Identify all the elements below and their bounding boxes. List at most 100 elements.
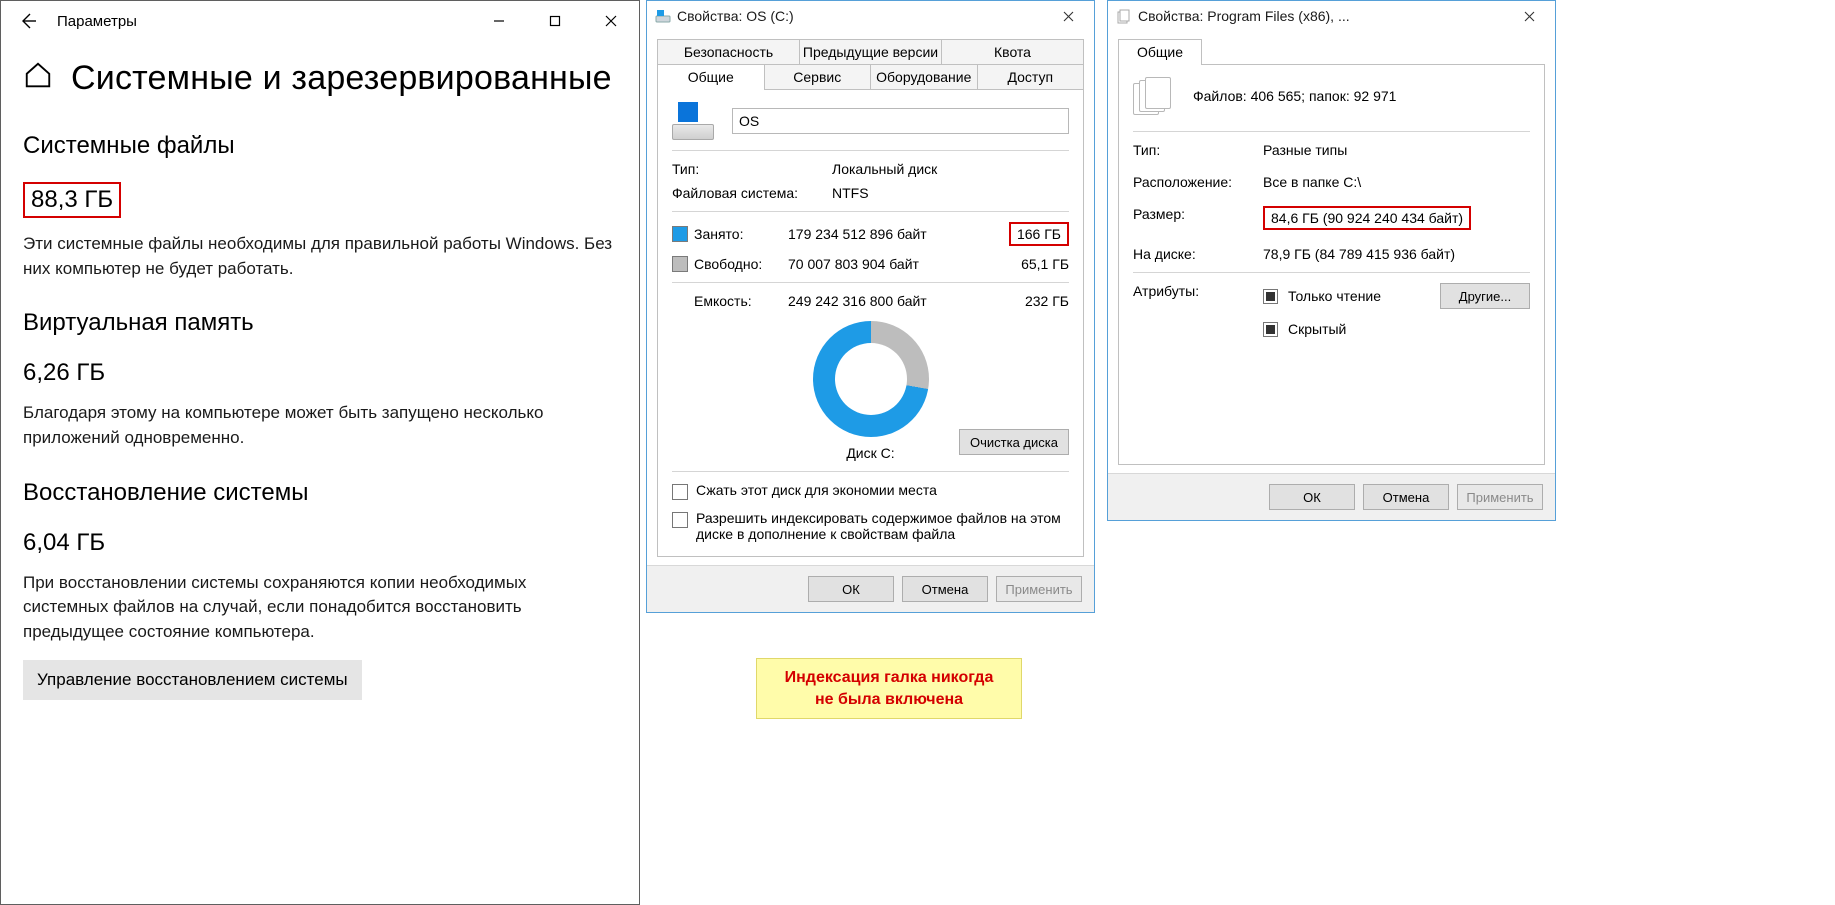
folder-dialog-buttons: ОК Отмена Применить	[1108, 473, 1555, 520]
tab-security[interactable]: Безопасность	[657, 39, 799, 64]
index-checkbox[interactable]	[672, 512, 688, 528]
compress-checkbox[interactable]	[672, 484, 688, 500]
home-icon[interactable]	[23, 60, 53, 97]
readonly-checkbox[interactable]	[1263, 289, 1278, 304]
folder-counts: Файлов: 406 565; папок: 92 971	[1193, 88, 1396, 104]
annotation-note: Индексация галка никогда не была включен…	[756, 658, 1022, 719]
disk-titlebar: Свойства: OS (C:)	[647, 1, 1094, 31]
readonly-label: Только чтение	[1288, 288, 1381, 304]
section-value: 6,26 ГБ	[23, 359, 617, 387]
ok-button[interactable]: ОК	[1269, 484, 1355, 510]
ok-button[interactable]: ОК	[808, 576, 894, 602]
compress-label: Сжать этот диск для экономии места	[696, 482, 937, 498]
index-row: Разрешить индексировать содержимое файло…	[672, 510, 1069, 542]
tab-general[interactable]: Общие	[657, 64, 764, 89]
hidden-checkbox[interactable]	[1263, 322, 1278, 337]
drive-icon	[655, 8, 671, 24]
settings-body: Системные и зарезервированные Системные …	[1, 41, 639, 700]
fs-value: NTFS	[832, 185, 1069, 201]
section-title: Виртуальная память	[23, 309, 617, 337]
used-gb-highlight: 166 ГБ	[1009, 222, 1069, 246]
attributes-label: Атрибуты:	[1133, 283, 1263, 299]
folder-body: Общие Файлов: 406 565; папок: 92 971 Тип…	[1108, 31, 1555, 473]
type-value: Локальный диск	[832, 161, 1069, 177]
location-label: Расположение:	[1133, 174, 1263, 190]
minimize-icon	[493, 15, 505, 27]
location-value: Все в папке C:\	[1263, 174, 1530, 190]
maximize-icon	[549, 15, 561, 27]
size-label: Размер:	[1133, 206, 1263, 222]
page-title: Системные и зарезервированные	[71, 59, 612, 98]
document-stack-icon	[1116, 8, 1132, 24]
highlighted-value: 88,3 ГБ	[23, 182, 121, 218]
folder-tabs: Общие	[1118, 39, 1545, 65]
tab-panel-general: Тип: Локальный диск Файловая система: NT…	[657, 90, 1084, 557]
tab-previous-versions[interactable]: Предыдущие версии	[799, 39, 941, 64]
disk-name-input[interactable]	[732, 108, 1069, 134]
free-swatch	[672, 256, 688, 272]
cancel-button[interactable]: Отмена	[902, 576, 988, 602]
minimize-button[interactable]	[471, 1, 527, 41]
disk-window-title: Свойства: OS (C:)	[677, 8, 794, 24]
close-button[interactable]	[583, 1, 639, 41]
section-value: 6,04 ГБ	[23, 529, 617, 557]
section-title: Системные файлы	[23, 132, 617, 160]
tab-row-2: Общие Сервис Оборудование Доступ	[657, 64, 1084, 90]
used-label: Занято:	[694, 226, 788, 242]
fs-label: Файловая система:	[672, 185, 832, 201]
tab-tools[interactable]: Сервис	[764, 64, 871, 89]
settings-window-title: Параметры	[57, 13, 137, 30]
section-value: 88,3 ГБ	[23, 182, 617, 218]
settings-window: Параметры Системные и зарезервированные …	[0, 0, 640, 905]
tab-hardware[interactable]: Оборудование	[870, 64, 977, 89]
free-bytes: 70 007 803 904 байт	[788, 256, 995, 272]
close-button[interactable]	[1046, 3, 1090, 29]
arrow-left-icon	[18, 11, 38, 31]
section-virtual-memory: Виртуальная память 6,26 ГБ Благодаря это…	[23, 309, 617, 450]
manage-restore-button[interactable]: Управление восстановлением системы	[23, 660, 362, 700]
disk-body: Безопасность Предыдущие версии Квота Общ…	[647, 31, 1094, 565]
section-desc: Благодаря этому на компьютере может быть…	[23, 401, 613, 450]
close-icon	[605, 15, 617, 27]
capacity-gb: 232 ГБ	[995, 293, 1069, 309]
close-icon	[1063, 11, 1074, 22]
ondisk-value: 78,9 ГБ (84 789 415 936 байт)	[1263, 246, 1530, 262]
apply-button[interactable]: Применить	[1457, 484, 1543, 510]
ondisk-label: На диске:	[1133, 246, 1263, 262]
free-label: Свободно:	[694, 256, 788, 272]
hidden-label: Скрытый	[1288, 321, 1346, 337]
note-line-1: Индексация галка никогда	[769, 667, 1009, 689]
maximize-button[interactable]	[527, 1, 583, 41]
document-stack-large-icon	[1133, 77, 1175, 115]
folder-tab-panel: Файлов: 406 565; папок: 92 971 Тип: Разн…	[1118, 65, 1545, 465]
type-value: Разные типы	[1263, 142, 1530, 158]
window-controls	[471, 1, 639, 41]
usage-donut-icon	[813, 321, 929, 437]
folder-properties-dialog: Свойства: Program Files (x86), ... Общие…	[1107, 0, 1556, 521]
tab-sharing[interactable]: Доступ	[977, 64, 1085, 89]
back-button[interactable]	[5, 1, 51, 41]
capacity-bytes: 249 242 316 800 байт	[788, 293, 995, 309]
tab-row-1: Безопасность Предыдущие версии Квота	[657, 39, 1084, 64]
settings-titlebar: Параметры	[1, 1, 639, 41]
used-swatch	[672, 226, 688, 242]
cancel-button[interactable]: Отмена	[1363, 484, 1449, 510]
type-label: Тип:	[672, 161, 832, 177]
disk-cleanup-button[interactable]: Очистка диска	[959, 429, 1069, 455]
capacity-label: Емкость:	[694, 293, 788, 309]
tab-general[interactable]: Общие	[1118, 39, 1202, 64]
drive-large-icon	[672, 102, 714, 140]
compress-row: Сжать этот диск для экономии места	[672, 482, 1069, 500]
index-label: Разрешить индексировать содержимое файло…	[696, 510, 1069, 542]
type-label: Тип:	[1133, 142, 1263, 158]
section-desc: При восстановлении системы сохраняются к…	[23, 571, 613, 645]
folder-titlebar: Свойства: Program Files (x86), ...	[1108, 1, 1555, 31]
close-button[interactable]	[1507, 3, 1551, 29]
size-value-highlight: 84,6 ГБ (90 924 240 434 байт)	[1263, 206, 1471, 230]
apply-button[interactable]: Применить	[996, 576, 1082, 602]
section-system-files: Системные файлы 88,3 ГБ Эти системные фа…	[23, 132, 617, 281]
usage-chart-wrap: Диск C: Очистка диска	[672, 321, 1069, 461]
other-attributes-button[interactable]: Другие...	[1440, 283, 1530, 309]
note-line-2: не была включена	[769, 689, 1009, 711]
tab-quota[interactable]: Квота	[941, 39, 1084, 64]
